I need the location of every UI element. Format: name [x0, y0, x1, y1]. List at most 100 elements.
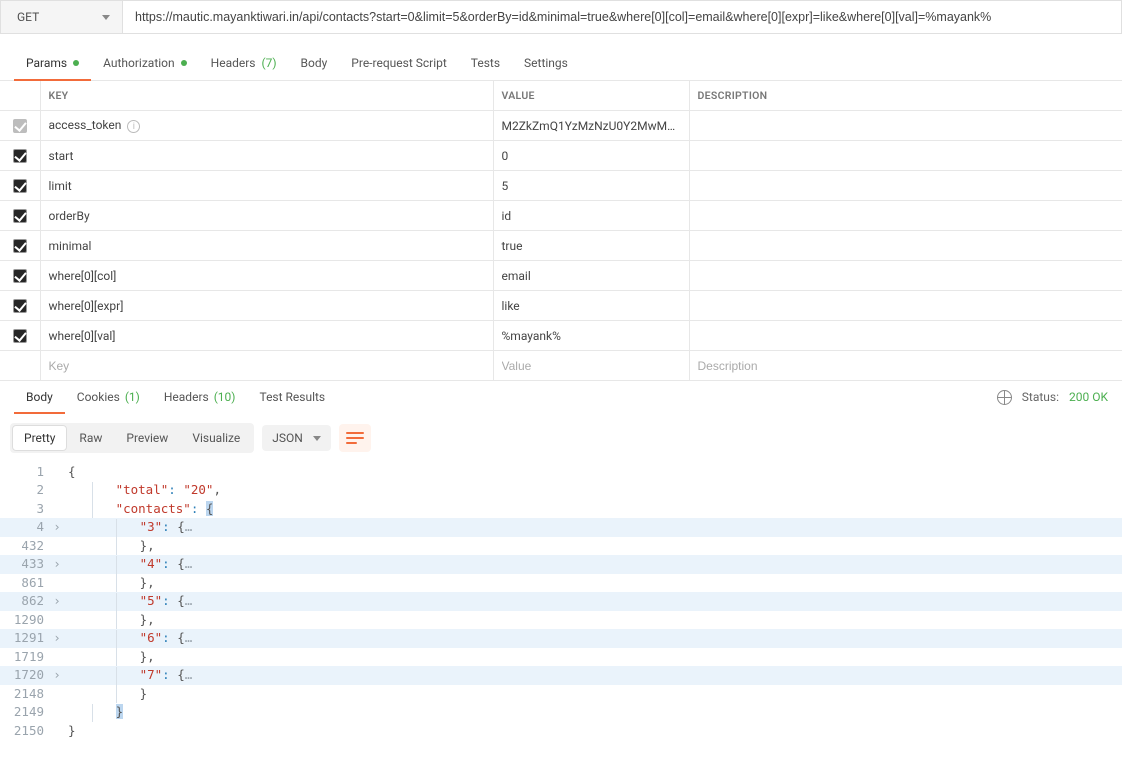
param-row: minimal true	[0, 231, 1122, 261]
tab-prerequest[interactable]: Pre-request Script	[339, 46, 458, 80]
code-line: 432 },	[0, 537, 1122, 556]
resp-tab-cookies[interactable]: Cookies (1)	[65, 381, 152, 413]
param-key-input[interactable]	[49, 351, 485, 380]
param-row: where[0][val] %mayank%	[0, 321, 1122, 351]
fold-icon[interactable]: ›	[53, 666, 61, 684]
dot-icon	[181, 60, 187, 66]
chevron-down-icon	[313, 436, 321, 441]
mode-visualize[interactable]: Visualize	[180, 425, 252, 451]
param-key[interactable]: limit	[49, 179, 72, 193]
fold-icon[interactable]: ›	[53, 592, 61, 610]
method-label: GET	[17, 10, 39, 24]
dot-icon	[73, 60, 79, 66]
code-line: 4› "3": {…	[0, 518, 1122, 537]
mode-raw[interactable]: Raw	[67, 425, 114, 451]
param-checkbox[interactable]	[13, 239, 27, 253]
status-label: Status:	[1022, 390, 1059, 404]
col-checkbox	[0, 81, 40, 111]
view-mode-segment: Pretty Raw Preview Visualize	[10, 423, 254, 453]
param-row: start 0	[0, 141, 1122, 171]
param-value[interactable]: 0	[502, 149, 509, 163]
fold-icon[interactable]: ›	[53, 629, 61, 647]
param-value[interactable]: true	[502, 239, 523, 253]
code-line: 1{	[0, 463, 1122, 481]
param-checkbox[interactable]	[13, 329, 27, 343]
param-key[interactable]: minimal	[49, 239, 92, 253]
globe-icon[interactable]	[997, 390, 1012, 405]
tab-authorization[interactable]: Authorization	[91, 46, 199, 80]
param-row: where[0][expr] like	[0, 291, 1122, 321]
param-row-new	[0, 351, 1122, 381]
line-number: 2149	[0, 703, 50, 722]
line-number: 862	[0, 592, 50, 611]
param-value[interactable]: 5	[502, 179, 509, 193]
request-tabs: Params Authorization Headers (7) Body Pr…	[0, 46, 1122, 80]
code-line: 1720› "7": {…	[0, 666, 1122, 685]
lang-select[interactable]: JSON	[262, 425, 331, 451]
param-row: limit 5	[0, 171, 1122, 201]
code-line: 2 "total": "20",	[0, 481, 1122, 500]
line-number: 2148	[0, 685, 50, 704]
code-line: 2149 }	[0, 703, 1122, 722]
request-bar: GET	[0, 0, 1122, 34]
code-line: 1719 },	[0, 648, 1122, 667]
url-input[interactable]	[123, 1, 1121, 33]
param-value[interactable]: id	[502, 209, 512, 223]
line-number: 433	[0, 555, 50, 574]
response-tabs: Body Cookies (1) Headers (10) Test Resul…	[0, 381, 1122, 413]
format-bar: Pretty Raw Preview Visualize JSON	[0, 413, 1122, 463]
fold-icon[interactable]: ›	[53, 518, 61, 536]
method-select[interactable]: GET	[1, 1, 123, 33]
param-value[interactable]: email	[502, 269, 531, 283]
tab-settings[interactable]: Settings	[512, 46, 580, 80]
param-key[interactable]: orderBy	[49, 209, 90, 223]
code-line: 861 },	[0, 574, 1122, 593]
code-line: 1291› "6": {…	[0, 629, 1122, 648]
resp-tab-headers[interactable]: Headers (10)	[152, 381, 248, 413]
mode-preview[interactable]: Preview	[114, 425, 180, 451]
line-number: 1719	[0, 648, 50, 667]
mode-pretty[interactable]: Pretty	[12, 425, 67, 451]
param-checkbox[interactable]	[13, 269, 27, 283]
param-checkbox[interactable]	[13, 179, 27, 193]
resp-tab-body[interactable]: Body	[14, 381, 65, 413]
status-value: 200 OK	[1069, 390, 1108, 404]
param-checkbox[interactable]	[13, 209, 27, 223]
code-line: 3 "contacts": {	[0, 500, 1122, 519]
line-number: 4	[0, 518, 50, 537]
param-value[interactable]: %mayank%	[502, 329, 561, 343]
param-value-input[interactable]	[502, 351, 681, 380]
line-number: 1720	[0, 666, 50, 685]
param-key[interactable]: where[0][val]	[49, 329, 116, 343]
tab-params[interactable]: Params	[14, 46, 91, 80]
line-number: 861	[0, 574, 50, 593]
line-number: 1290	[0, 611, 50, 630]
param-value[interactable]: like	[502, 299, 520, 313]
param-key[interactable]: start	[49, 149, 74, 163]
param-checkbox[interactable]	[13, 119, 27, 133]
code-line: 2150}	[0, 722, 1122, 740]
param-description-input[interactable]	[698, 351, 1115, 380]
wrap-button[interactable]	[339, 424, 371, 452]
col-value: VALUE	[493, 81, 689, 111]
param-key[interactable]: access_token	[49, 118, 122, 132]
info-icon: i	[127, 120, 140, 133]
param-row: access_token i M2ZkZmQ1YzMzNzU0Y2MwM…	[0, 111, 1122, 141]
tab-headers[interactable]: Headers (7)	[199, 46, 289, 80]
response-body[interactable]: 1{2 "total": "20",3 "contacts": {4› "3":…	[0, 463, 1122, 740]
tab-tests[interactable]: Tests	[459, 46, 512, 80]
line-number: 2150	[0, 722, 50, 740]
col-description: DESCRIPTION	[689, 81, 1122, 111]
param-key[interactable]: where[0][col]	[49, 269, 117, 283]
fold-icon[interactable]: ›	[53, 555, 61, 573]
tab-body[interactable]: Body	[289, 46, 340, 80]
code-line: 2148 }	[0, 685, 1122, 704]
line-number: 3	[0, 500, 50, 519]
line-number: 1	[0, 463, 50, 481]
param-key[interactable]: where[0][expr]	[49, 299, 124, 313]
param-checkbox[interactable]	[13, 299, 27, 313]
resp-tab-testresults[interactable]: Test Results	[247, 381, 337, 413]
param-value[interactable]: M2ZkZmQ1YzMzNzU0Y2MwM…	[502, 119, 676, 133]
param-checkbox[interactable]	[13, 149, 27, 163]
line-number: 432	[0, 537, 50, 556]
